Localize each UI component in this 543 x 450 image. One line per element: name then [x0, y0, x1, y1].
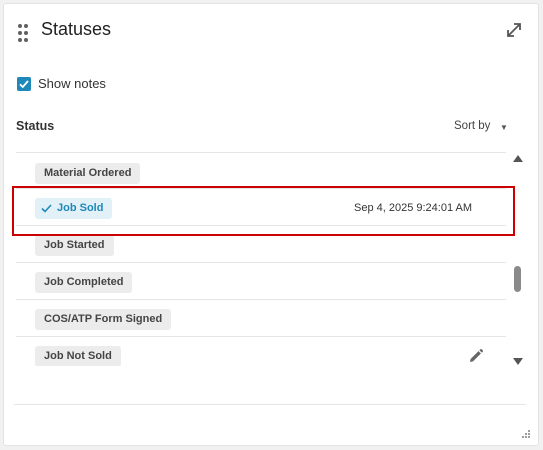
sort-by-dropdown[interactable]: Sort by [454, 120, 490, 132]
resize-grip-icon[interactable] [522, 430, 530, 438]
show-notes-checkbox[interactable] [17, 77, 31, 91]
expand-icon[interactable] [505, 21, 523, 39]
selected-row-highlight [12, 186, 515, 236]
status-list: Material Ordered Job Sold Sep 4, 2025 9:… [16, 152, 506, 366]
list-item[interactable]: Job Completed [16, 263, 506, 300]
chevron-down-icon[interactable]: ▼ [500, 123, 508, 132]
status-chip: Job Not Sold [35, 346, 121, 366]
list-item[interactable]: Material Ordered [16, 152, 506, 189]
drag-handle-icon[interactable] [18, 24, 30, 42]
show-notes-label: Show notes [38, 76, 106, 91]
status-chip: Material Ordered [35, 163, 141, 184]
list-item[interactable]: COS/ATP Form Signed [16, 300, 506, 337]
status-chip: Job Started [35, 235, 114, 256]
status-section-label: Status [16, 119, 55, 133]
scroll-up-arrow-icon[interactable] [512, 154, 524, 163]
scrollbar-thumb[interactable] [514, 266, 521, 292]
panel-title: Statuses [41, 19, 112, 39]
scroll-down-arrow-icon[interactable] [512, 357, 524, 366]
list-item[interactable]: Job Not Sold [16, 337, 506, 366]
divider [14, 404, 526, 405]
status-chip: COS/ATP Form Signed [35, 309, 172, 330]
status-chip: Job Completed [35, 272, 133, 293]
edit-pencil-icon[interactable] [468, 348, 484, 364]
